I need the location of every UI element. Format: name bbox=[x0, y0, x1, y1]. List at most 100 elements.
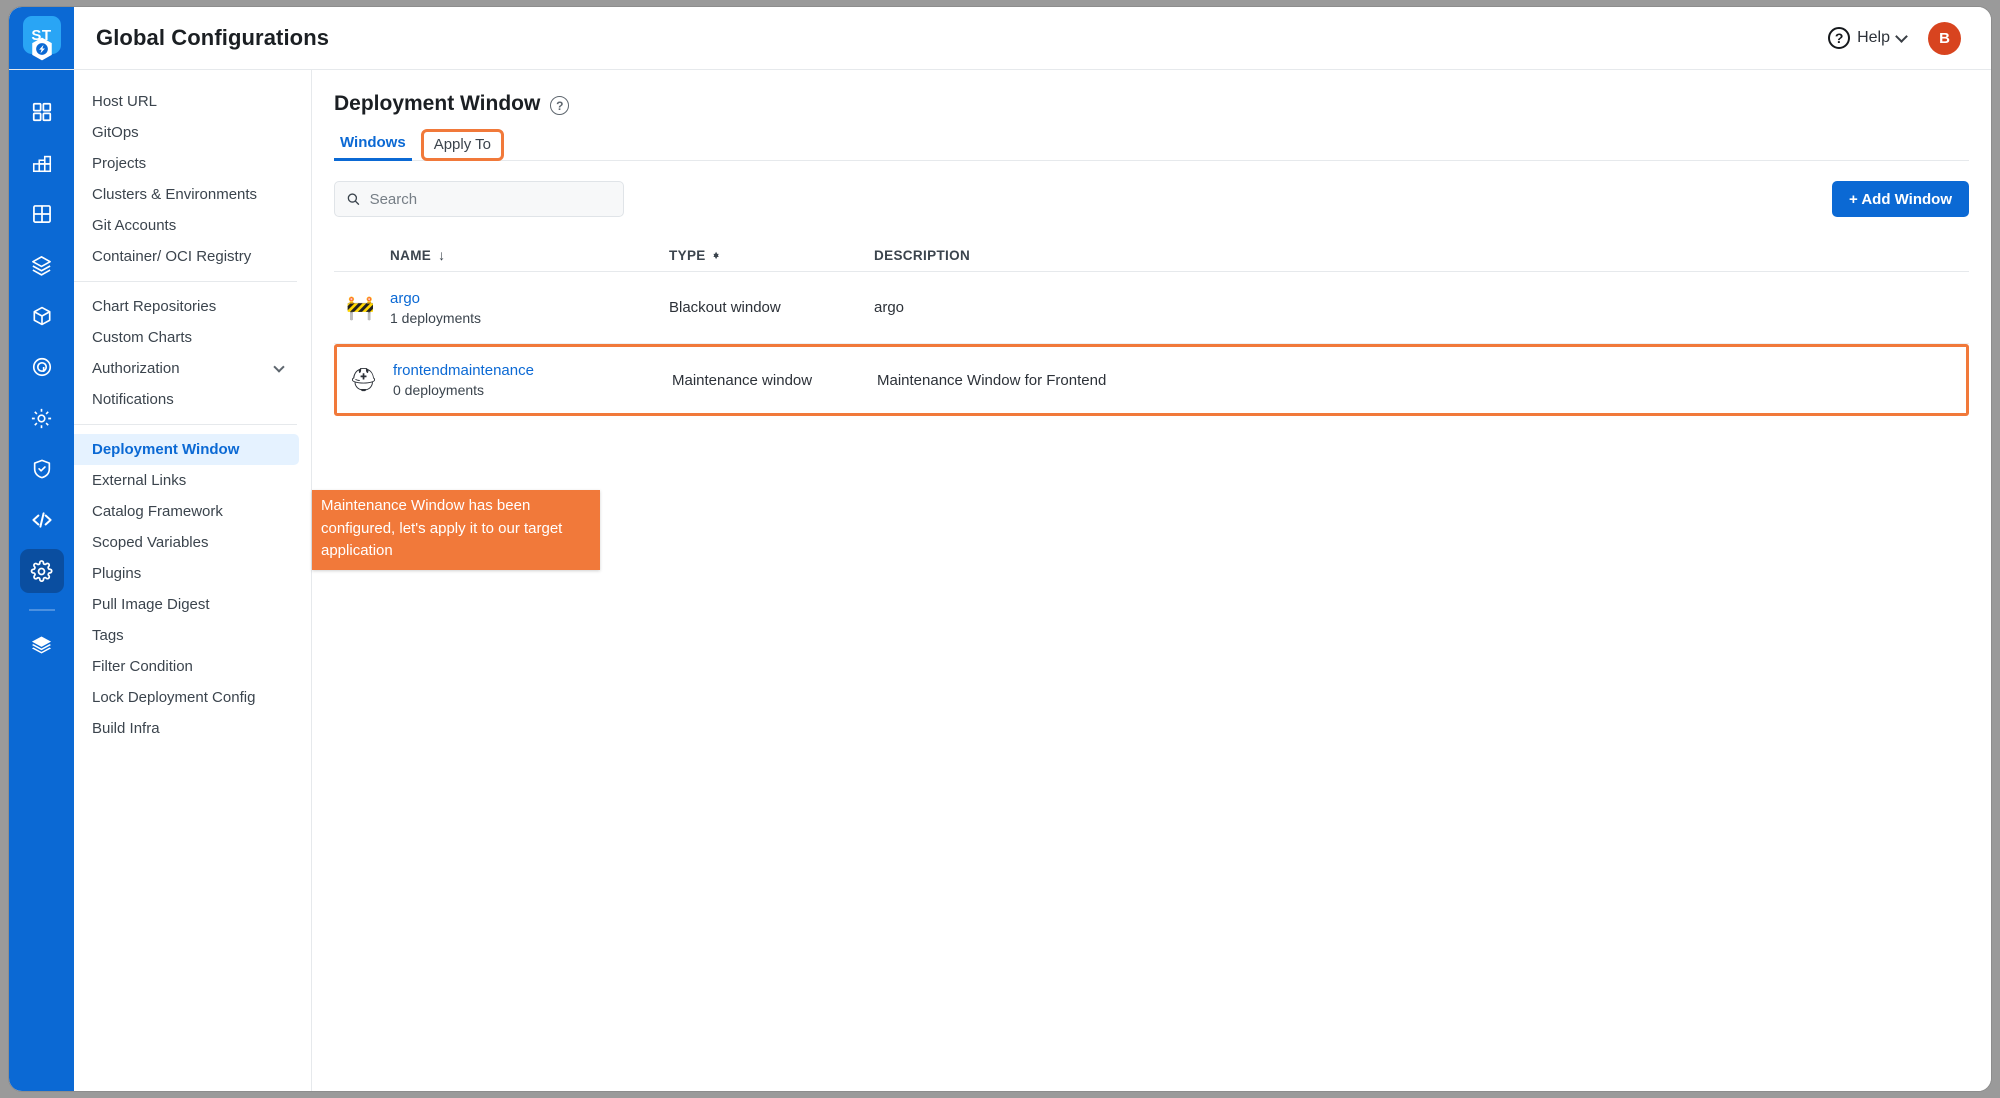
arrow-down-icon: ↓ bbox=[438, 247, 446, 263]
sidebar-item-authorization[interactable]: Authorization bbox=[74, 353, 299, 384]
sidebar-item-projects[interactable]: Projects bbox=[74, 148, 299, 179]
sidebar-item-scoped-variables[interactable]: Scoped Variables bbox=[74, 527, 299, 558]
settings-sidebar: Host URL GitOps Projects Clusters & Envi… bbox=[74, 70, 312, 1091]
sidebar-item-container-oci-registry[interactable]: Container/ OCI Registry bbox=[74, 241, 299, 272]
toolbar: + Add Window bbox=[334, 181, 1969, 217]
rail-divider bbox=[28, 609, 55, 611]
tab-apply-to[interactable]: Apply To bbox=[420, 129, 504, 161]
rail-item-gear-sun[interactable] bbox=[20, 396, 64, 440]
sidebar-item-chart-repositories[interactable]: Chart Repositories bbox=[74, 291, 299, 322]
sidebar-item-label: Deployment Window bbox=[92, 441, 240, 458]
tab-windows[interactable]: Windows bbox=[334, 130, 412, 161]
sidebar-item-catalog-framework[interactable]: Catalog Framework bbox=[74, 496, 299, 527]
sidebar-item-build-infra[interactable]: Build Infra bbox=[74, 713, 299, 744]
sidebar-item-pull-image-digest[interactable]: Pull Image Digest bbox=[74, 589, 299, 620]
search-input[interactable] bbox=[369, 190, 612, 208]
sidebar-item-filter-condition[interactable]: Filter Condition bbox=[74, 651, 299, 682]
rail-item-layers-stack[interactable] bbox=[20, 623, 64, 667]
avatar[interactable]: B bbox=[1928, 21, 1961, 55]
help-label: Help bbox=[1857, 29, 1890, 46]
page-title: Global Configurations bbox=[96, 25, 330, 50]
column-label: DESCRIPTION bbox=[874, 247, 971, 263]
app-window: ST Global Configurations ? Help B Host U… bbox=[8, 6, 1992, 1092]
rail-item-target[interactable] bbox=[20, 345, 64, 389]
rescue-helmet-icon: ⛑ bbox=[349, 366, 379, 393]
tab-label: Apply To bbox=[433, 136, 491, 153]
sidebar-item-gitops[interactable]: GitOps bbox=[74, 117, 299, 148]
tab-label: Windows bbox=[340, 134, 406, 151]
sidebar-item-host-url[interactable]: Host URL bbox=[74, 86, 299, 117]
sidebar-item-plugins[interactable]: Plugins bbox=[74, 558, 299, 589]
rail-item-grid-four[interactable] bbox=[20, 192, 64, 236]
sidebar-item-label: Container/ OCI Registry bbox=[92, 248, 252, 265]
code-brackets-icon bbox=[31, 512, 52, 528]
row-description-cell: argo bbox=[874, 299, 905, 316]
top-bar-actions: ? Help B bbox=[1828, 21, 1969, 55]
sidebar-item-label: Git Accounts bbox=[92, 217, 177, 234]
sidebar-item-label: Host URL bbox=[92, 93, 158, 110]
tab-bar: Windows Apply To bbox=[334, 129, 1969, 161]
devtron-logo[interactable]: ST bbox=[19, 15, 65, 61]
sidebar-item-deployment-window[interactable]: Deployment Window bbox=[74, 434, 299, 465]
sidebar-item-label: Authorization bbox=[92, 360, 180, 377]
table-row[interactable]: ⛑ frontendmaintenance 0 deployments Main… bbox=[334, 344, 1969, 416]
rail-item-code[interactable] bbox=[20, 498, 64, 542]
layers-stack-icon bbox=[31, 635, 52, 654]
column-header-name[interactable]: NAME ↓ bbox=[334, 247, 669, 263]
row-name-cell: ⛑ frontendmaintenance 0 deployments bbox=[337, 347, 672, 413]
row-name-cell: 🚧 argo 1 deployments bbox=[334, 272, 669, 343]
sidebar-item-external-links[interactable]: External Links bbox=[74, 465, 299, 496]
column-header-type[interactable]: TYPE ▲ ▼ bbox=[669, 248, 874, 263]
search-box[interactable] bbox=[334, 181, 624, 217]
top-bar-main: Global Configurations ? Help B bbox=[74, 7, 1991, 69]
sidebar-item-tags[interactable]: Tags bbox=[74, 620, 299, 651]
window-name-link[interactable]: argo bbox=[390, 290, 420, 307]
chevron-down-icon bbox=[1895, 29, 1908, 43]
grid-four-icon bbox=[32, 205, 51, 223]
sidebar-item-label: Plugins bbox=[92, 565, 142, 582]
sidebar-divider bbox=[74, 281, 297, 282]
stacked-layers-icon bbox=[32, 255, 51, 276]
rail-item-stacked-layers[interactable] bbox=[20, 243, 64, 287]
content-title: Deployment Window bbox=[334, 92, 541, 115]
deployment-count: 1 deployments bbox=[390, 309, 482, 326]
sidebar-item-lock-deployment-config[interactable]: Lock Deployment Config bbox=[74, 682, 299, 713]
cube-icon bbox=[32, 306, 51, 326]
devtron-hexagon-icon bbox=[31, 37, 52, 61]
sidebar-item-clusters-environments[interactable]: Clusters & Environments bbox=[74, 179, 299, 210]
sidebar-item-label: Clusters & Environments bbox=[92, 186, 258, 203]
rail-item-shield-check[interactable] bbox=[20, 447, 64, 491]
gear-sun-icon bbox=[31, 408, 52, 428]
sidebar-item-label: Scoped Variables bbox=[92, 534, 209, 551]
icon-rail bbox=[9, 70, 74, 1091]
sidebar-item-label: Catalog Framework bbox=[92, 503, 223, 520]
help-menu[interactable]: ? Help bbox=[1828, 27, 1908, 49]
sidebar-item-label: GitOps bbox=[92, 124, 139, 141]
column-label: TYPE bbox=[669, 247, 706, 263]
add-window-button[interactable]: + Add Window bbox=[1831, 181, 1969, 217]
window-name-link[interactable]: frontendmaintenance bbox=[393, 362, 534, 379]
question-mark-icon[interactable]: ? bbox=[550, 96, 570, 115]
target-icon bbox=[32, 357, 51, 377]
column-header-description: DESCRIPTION bbox=[874, 248, 1969, 263]
table-header: NAME ↓ TYPE ▲ ▼ DESCRIPTION bbox=[334, 239, 1969, 272]
table-row[interactable]: 🚧 argo 1 deployments Blackout window arg… bbox=[334, 272, 1969, 344]
top-bar: ST Global Configurations ? Help B bbox=[9, 7, 1991, 70]
sidebar-group-3: Deployment Window External Links Catalog… bbox=[74, 434, 311, 744]
windows-table: NAME ↓ TYPE ▲ ▼ DESCRIPTION 🚧 argo 1 dep… bbox=[334, 239, 1969, 416]
sidebar-item-git-accounts[interactable]: Git Accounts bbox=[74, 210, 299, 241]
rail-item-grid-apps[interactable] bbox=[20, 90, 64, 134]
sidebar-item-label: Chart Repositories bbox=[92, 298, 217, 315]
sidebar-item-label: Projects bbox=[92, 155, 147, 172]
sidebar-item-label: Notifications bbox=[92, 391, 174, 408]
sidebar-divider bbox=[74, 424, 297, 425]
sidebar-item-label: Build Infra bbox=[92, 720, 160, 737]
sidebar-item-custom-charts[interactable]: Custom Charts bbox=[74, 322, 299, 353]
sidebar-item-label: Tags bbox=[92, 627, 124, 644]
rail-item-chart-bars[interactable] bbox=[20, 141, 64, 185]
rail-item-cube[interactable] bbox=[20, 294, 64, 338]
cog-settings-icon bbox=[30, 559, 53, 582]
sidebar-item-label: Pull Image Digest bbox=[92, 596, 210, 613]
rail-item-global-configurations[interactable] bbox=[19, 549, 64, 593]
sidebar-item-notifications[interactable]: Notifications bbox=[74, 384, 299, 415]
